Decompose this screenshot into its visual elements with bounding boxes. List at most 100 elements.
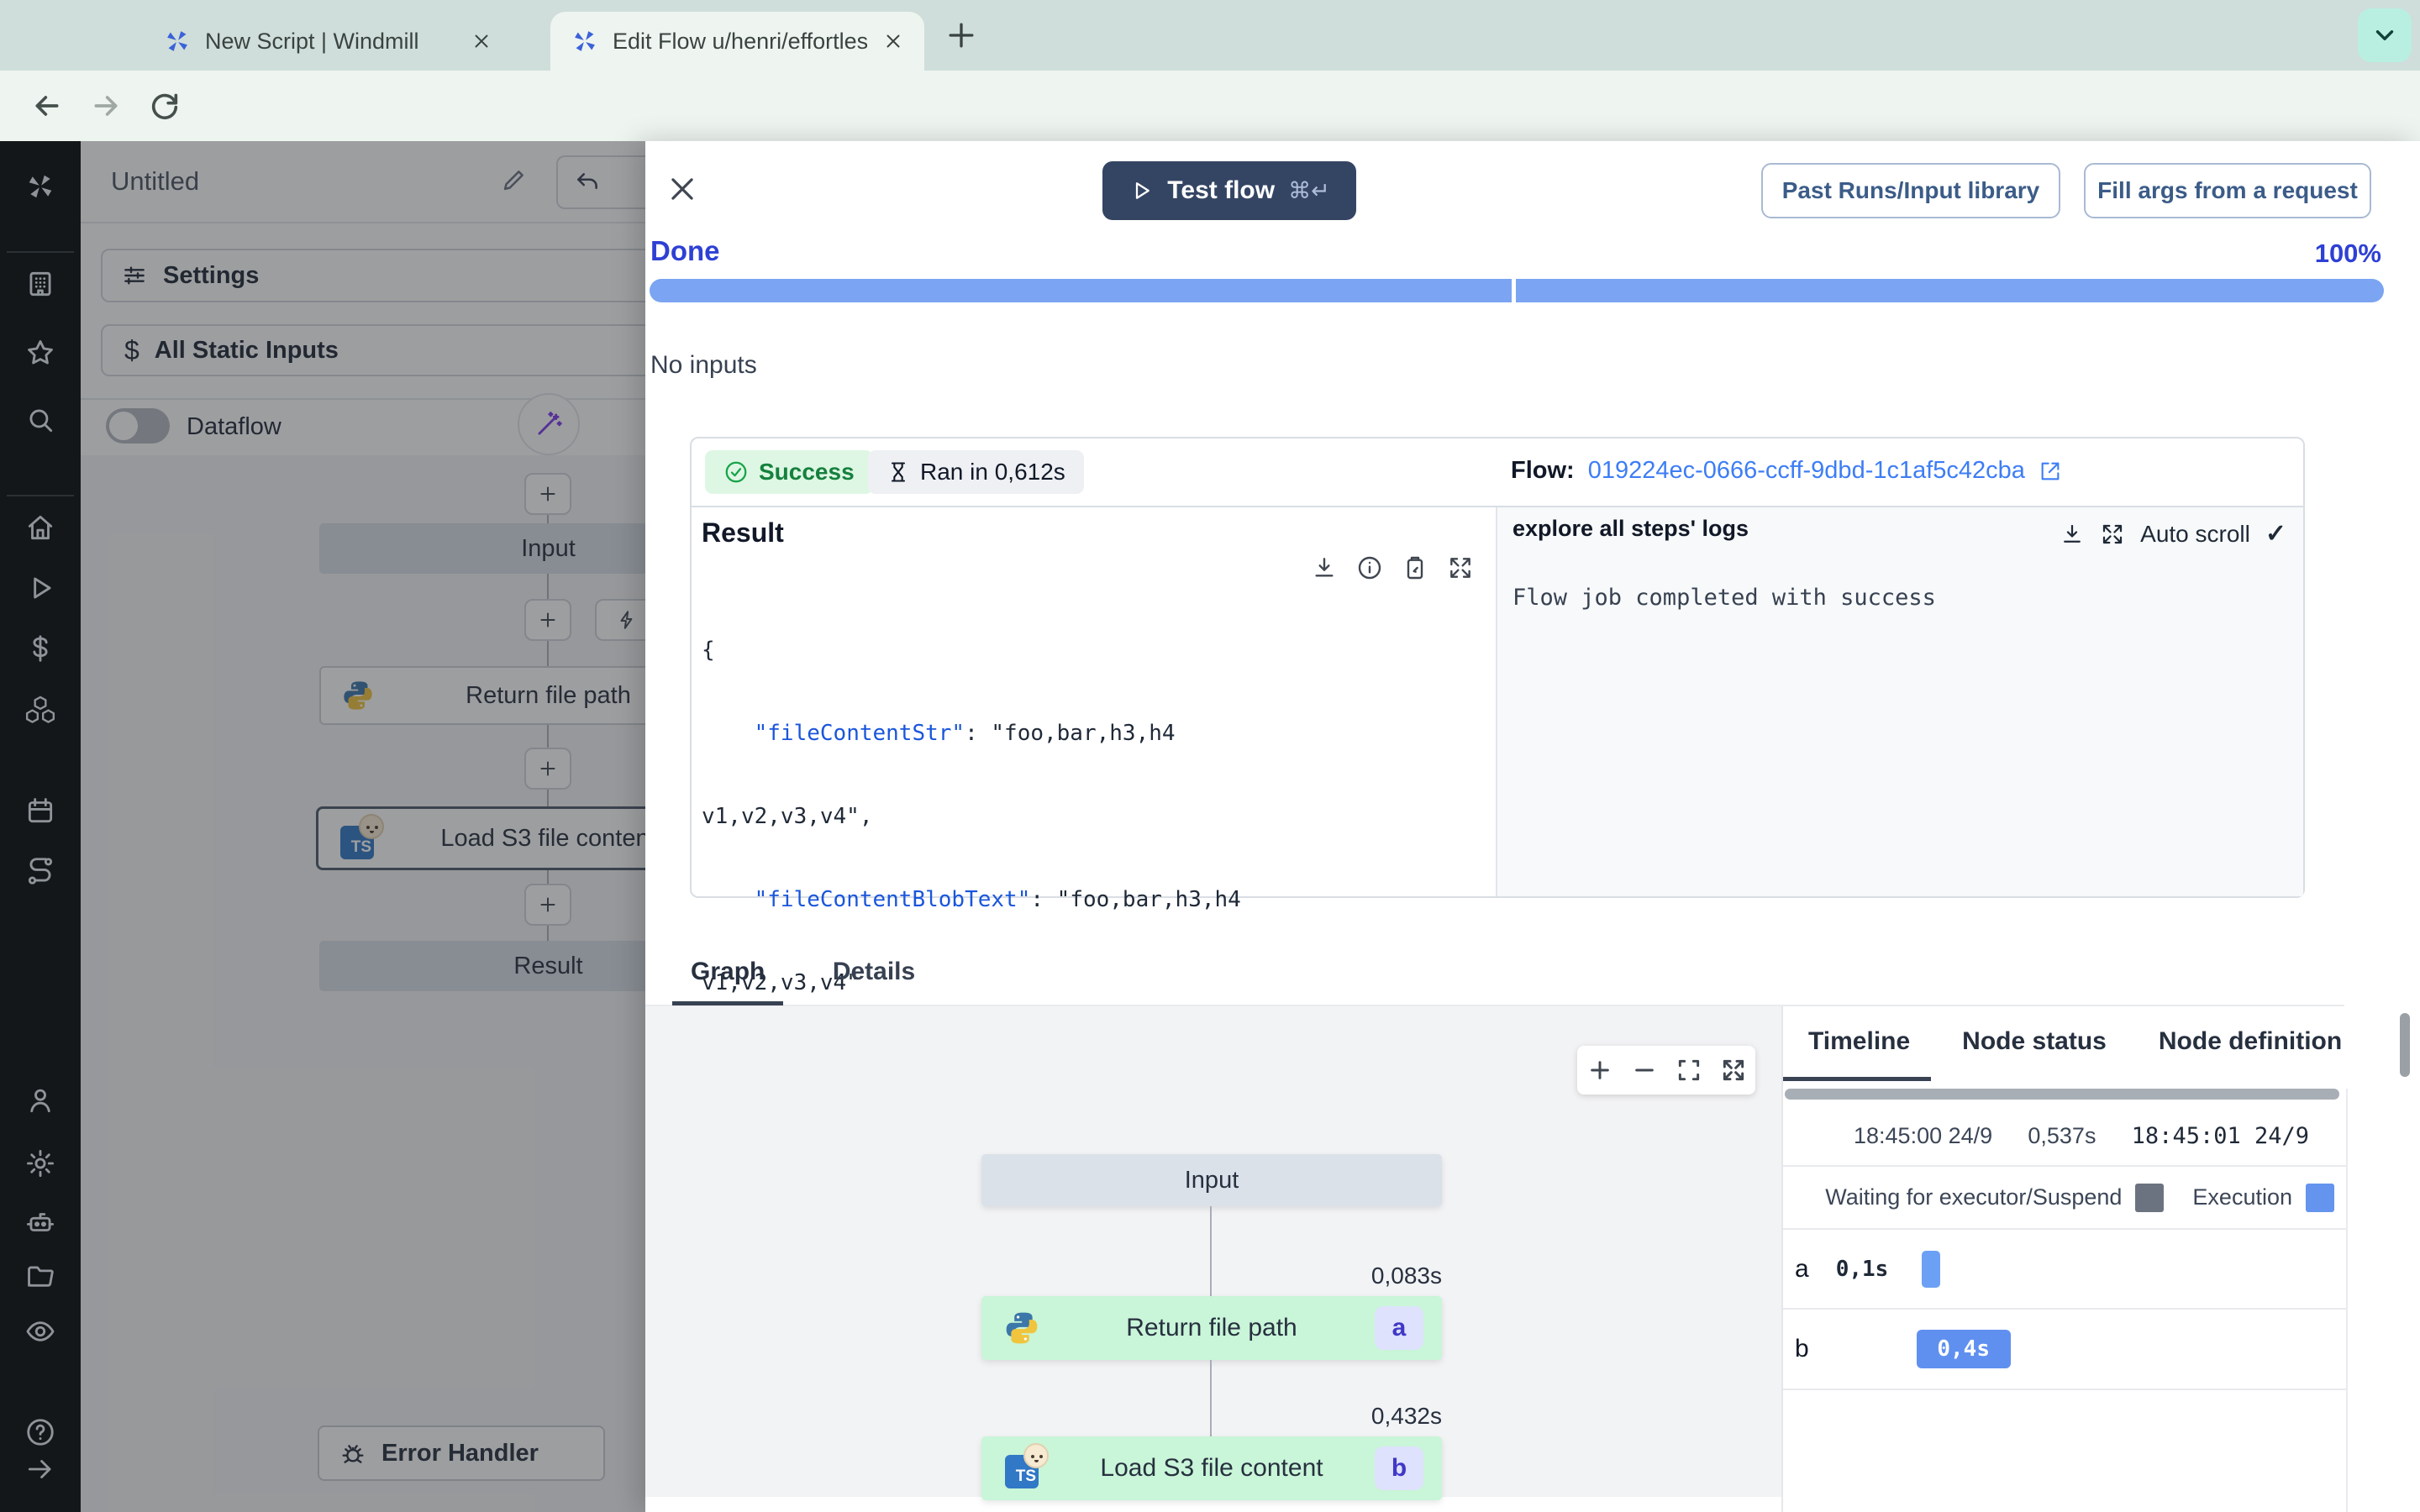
tab-node-status[interactable]: Node status <box>1962 1027 2107 1056</box>
fill-args-label: Fill args from a request <box>2097 177 2358 203</box>
step-id: b <box>1795 1335 1809 1362</box>
result-title: Result <box>702 517 784 548</box>
step-duration: 0,083s <box>1370 1263 1442 1289</box>
tab-search-chevron-button[interactable] <box>2358 8 2412 62</box>
node-label: Return file path <box>1126 1314 1297 1341</box>
tab-node-definition[interactable]: Node definition <box>2159 1027 2342 1056</box>
audit-eye-icon[interactable] <box>24 1315 56 1347</box>
close-tab-icon[interactable] <box>471 30 492 52</box>
past-runs-button[interactable]: Past Runs/Input library <box>1761 163 2060 218</box>
browser-tab-strip: New Script | Windmill Edit Flow u/henri/… <box>0 0 2420 71</box>
workspace-icon[interactable] <box>24 268 56 300</box>
tab-timeline[interactable]: Timeline <box>1808 1027 1910 1056</box>
back-icon[interactable] <box>30 89 64 123</box>
workers-robot-icon[interactable] <box>24 1206 56 1238</box>
tab-title: Edit Flow u/henri/effortless_fl <box>613 28 867 54</box>
graph-node-return-file-path[interactable]: Return file path a <box>981 1296 1442 1360</box>
timeline-legend: Waiting for executor/Suspend Execution <box>1783 1167 2348 1230</box>
run-start-time: 18:45:00 24/9 <box>1854 1123 1993 1148</box>
test-flow-label: Test flow <box>1167 176 1276 204</box>
flow-label: Flow: <box>1511 457 1575 484</box>
progress-bar <box>650 279 2384 302</box>
flow-graph-canvas[interactable]: Input 0,083s Return file path a 0,432s T… <box>645 1006 1781 1500</box>
timeline-tabs: Timeline Node status Node definition <box>1808 1006 2342 1077</box>
test-flow-panel: Test flow ⌘↵ Past Runs/Input library Fil… <box>645 141 2420 1512</box>
run-result-card: Success Ran in 0,612s Flow: 019224ec-066… <box>690 437 2305 1079</box>
windmill-logo-icon[interactable] <box>24 171 56 202</box>
logs-title: explore all steps' logs <box>1512 516 1749 541</box>
legend-waiting-swatch <box>2135 1183 2165 1212</box>
help-icon[interactable] <box>24 1416 56 1448</box>
expand-icon[interactable] <box>2100 522 2125 547</box>
settings-gear-icon[interactable] <box>24 1147 56 1179</box>
view-tabs: Graph Details <box>645 941 2344 1006</box>
execution-bar[interactable] <box>1922 1250 1941 1288</box>
timeline-row-a: a 0,1s <box>1783 1230 2348 1310</box>
auto-scroll-label[interactable]: Auto scroll <box>2140 521 2250 548</box>
no-inputs-text: No inputs <box>650 351 757 379</box>
step-id: a <box>1795 1254 1809 1283</box>
auto-scroll-check-icon[interactable]: ✓ <box>2265 519 2286 549</box>
rail-divider <box>7 251 74 253</box>
fill-args-button[interactable]: Fill args from a request <box>2084 163 2371 218</box>
node-label: Load S3 file content <box>1100 1454 1323 1482</box>
download-icon[interactable] <box>2060 522 2085 547</box>
timeline-range-row: 18:45:00 24/9 0,537s 18:45:01 24/9 <box>1783 1107 2348 1167</box>
flow-id-link[interactable]: 019224ec-0666-ccff-9dbd-1c1af5c42cba <box>1588 457 2025 485</box>
collapse-arrow-icon[interactable] <box>24 1453 56 1485</box>
variables-dollar-icon[interactable] <box>24 633 56 664</box>
success-label: Success <box>759 459 855 485</box>
favorites-star-icon[interactable] <box>24 337 56 369</box>
download-icon[interactable] <box>1311 554 1338 581</box>
modal-dim-overlay <box>81 141 645 1512</box>
windmill-logo-icon <box>163 27 192 55</box>
graph-zoom-controls <box>1577 1046 1755 1095</box>
tab-details[interactable]: Details <box>824 941 923 1003</box>
runs-play-icon[interactable] <box>24 572 56 604</box>
rail-divider <box>7 495 74 496</box>
past-runs-label: Past Runs/Input library <box>1781 177 2040 203</box>
step-badge: a <box>1375 1306 1423 1350</box>
timeline-panel: Timeline Node status Node definition 18:… <box>1781 1006 2420 1512</box>
new-tab-button[interactable] <box>943 17 980 54</box>
windmill-logo-icon <box>571 27 599 55</box>
duration-label: Ran in 0,612s <box>920 459 1065 485</box>
folders-icon[interactable] <box>24 1261 56 1293</box>
tab-graph[interactable]: Graph <box>672 943 784 1005</box>
close-tab-icon[interactable] <box>882 30 904 52</box>
zoom-in-icon[interactable] <box>1586 1057 1613 1084</box>
graph-node-input[interactable]: Input <box>981 1154 1442 1206</box>
schedules-calendar-icon[interactable] <box>24 795 56 827</box>
timeline-scrollbar[interactable] <box>1785 1089 2339 1100</box>
tab-title: New Script | Windmill <box>205 28 419 54</box>
graph-node-load-s3[interactable]: TS Load S3 file content b <box>981 1436 1442 1500</box>
browser-toolbar: app.windmill.dev/flows/edit/u/henri/effo… <box>0 71 2420 203</box>
legend-execution-swatch <box>2306 1183 2334 1212</box>
vertical-scrollbar[interactable] <box>2400 1013 2410 1077</box>
test-flow-button[interactable]: Test flow ⌘↵ <box>1102 161 1356 220</box>
browser-tab-edit-flow[interactable]: Edit Flow u/henri/effortless_fl <box>550 12 924 71</box>
info-icon[interactable] <box>1356 554 1383 581</box>
zoom-out-icon[interactable] <box>1631 1057 1658 1084</box>
search-icon[interactable] <box>24 404 56 436</box>
flows-route-icon[interactable] <box>24 855 56 887</box>
flow-editor-sidebar: Untitled Settings $ All Static Inputs Da… <box>81 141 645 1512</box>
run-end-time: 18:45:01 24/9 <box>2131 1123 2309 1149</box>
workspace-rail <box>0 141 81 1512</box>
resources-cubes-icon[interactable] <box>24 694 56 726</box>
external-link-icon[interactable] <box>2039 459 2062 483</box>
step-duration: 0,4s <box>1937 1336 1990 1362</box>
fullscreen-icon[interactable] <box>1720 1057 1747 1084</box>
expand-icon[interactable] <box>1447 554 1474 581</box>
home-icon[interactable] <box>24 512 56 543</box>
users-person-icon[interactable] <box>24 1084 56 1116</box>
fit-view-icon[interactable] <box>1676 1057 1702 1084</box>
copy-clipboard-icon[interactable] <box>1402 554 1428 581</box>
browser-tab-new-script[interactable]: New Script | Windmill <box>143 12 513 71</box>
bun-typescript-icon: TS <box>1005 1443 1049 1488</box>
execution-bar[interactable]: 0,4s <box>1916 1330 2011 1368</box>
close-panel-icon[interactable] <box>666 173 698 205</box>
logs-viewer: explore all steps' logs Auto scroll ✓ Fl… <box>1496 507 2303 896</box>
forward-icon[interactable] <box>89 89 123 123</box>
reload-icon[interactable] <box>148 89 182 123</box>
